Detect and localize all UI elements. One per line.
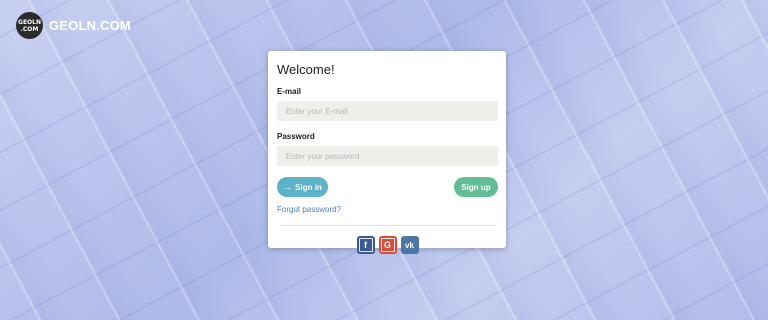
logo-badge-top: GEOLN (18, 18, 41, 26)
brand-name: GEOLN.COM (49, 18, 131, 33)
facebook-login-button[interactable]: f (356, 236, 375, 254)
vk-glyph: vk (405, 240, 414, 250)
divider (279, 225, 496, 226)
facebook-glyph: f (364, 239, 367, 250)
brand-logo[interactable]: GEOLN .COM GEOLN.COM (16, 12, 131, 39)
facebook-icon: f (358, 238, 373, 252)
vk-icon: vk (404, 239, 416, 251)
social-login: f G vk (277, 236, 498, 254)
google-login-button[interactable]: G (378, 236, 397, 254)
button-row: → Sign in Sign up (277, 177, 498, 197)
login-card: Welcome! E-mail Password → Sign in Sign … (268, 51, 506, 254)
sign-up-label: Sign up (461, 182, 491, 192)
logo-badge-bottom: .COM (20, 25, 39, 33)
email-label: E-mail (277, 87, 302, 96)
email-field[interactable] (277, 101, 498, 121)
sign-in-label: Sign in (295, 182, 322, 192)
password-label: Password (277, 132, 315, 141)
logo-badge: GEOLN .COM (16, 12, 43, 39)
password-field[interactable] (277, 146, 498, 166)
google-glyph: G (383, 239, 391, 250)
login-title: Welcome! (277, 62, 335, 77)
sign-up-button[interactable]: Sign up (454, 177, 498, 197)
google-icon: G (380, 238, 395, 252)
sign-in-button[interactable]: → Sign in (277, 177, 328, 197)
arrow-right-icon: → (283, 182, 293, 192)
vk-login-button[interactable]: vk (400, 236, 419, 254)
forgot-password-link[interactable]: Forgot password? (277, 205, 498, 214)
